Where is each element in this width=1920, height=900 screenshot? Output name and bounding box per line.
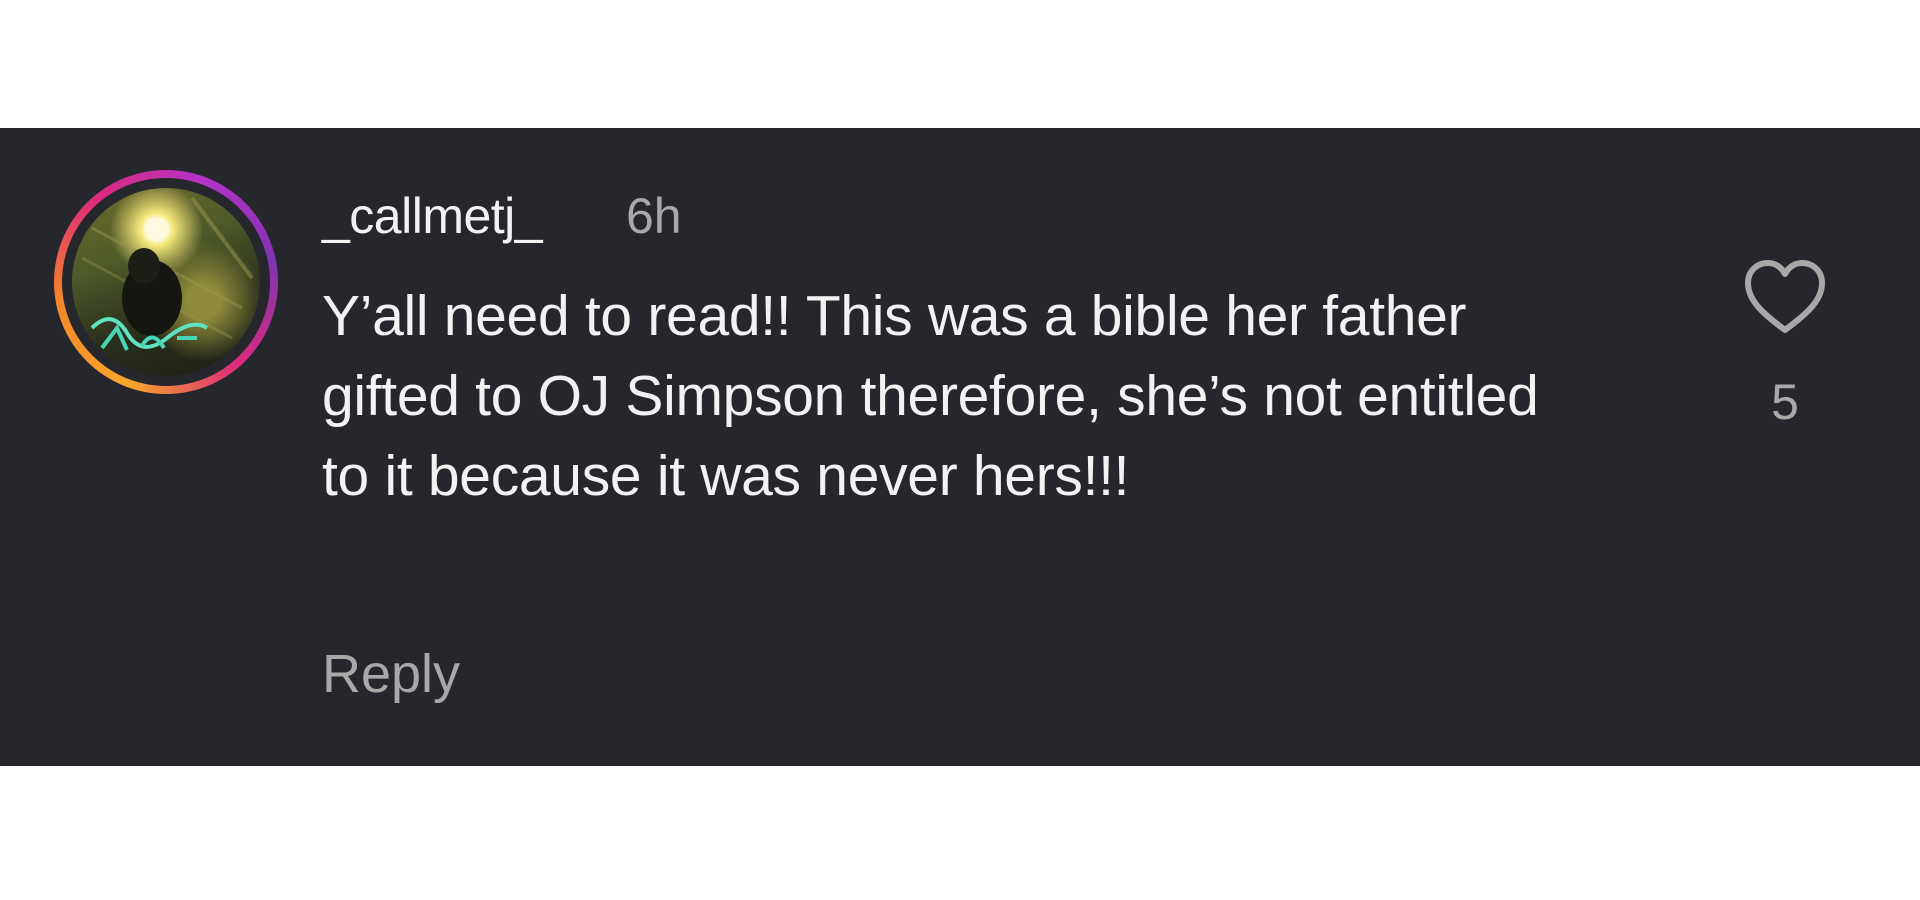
comment-body: Y’all need to read!! This was a bible he… [322,284,1539,508]
avatar-photo-image [81,196,254,351]
comment-timestamp: 6h [626,188,682,244]
comment-username[interactable]: _callmetj_ [322,186,543,246]
reply-button[interactable]: Reply [322,642,460,706]
comment-card: _callmetj_ 6h Y’all need to read!! This … [0,128,1920,766]
like-count: 5 [1771,374,1799,430]
heart-outline-icon[interactable] [1742,258,1828,336]
avatar-story-ring[interactable] [54,170,278,394]
avatar[interactable] [72,188,260,376]
